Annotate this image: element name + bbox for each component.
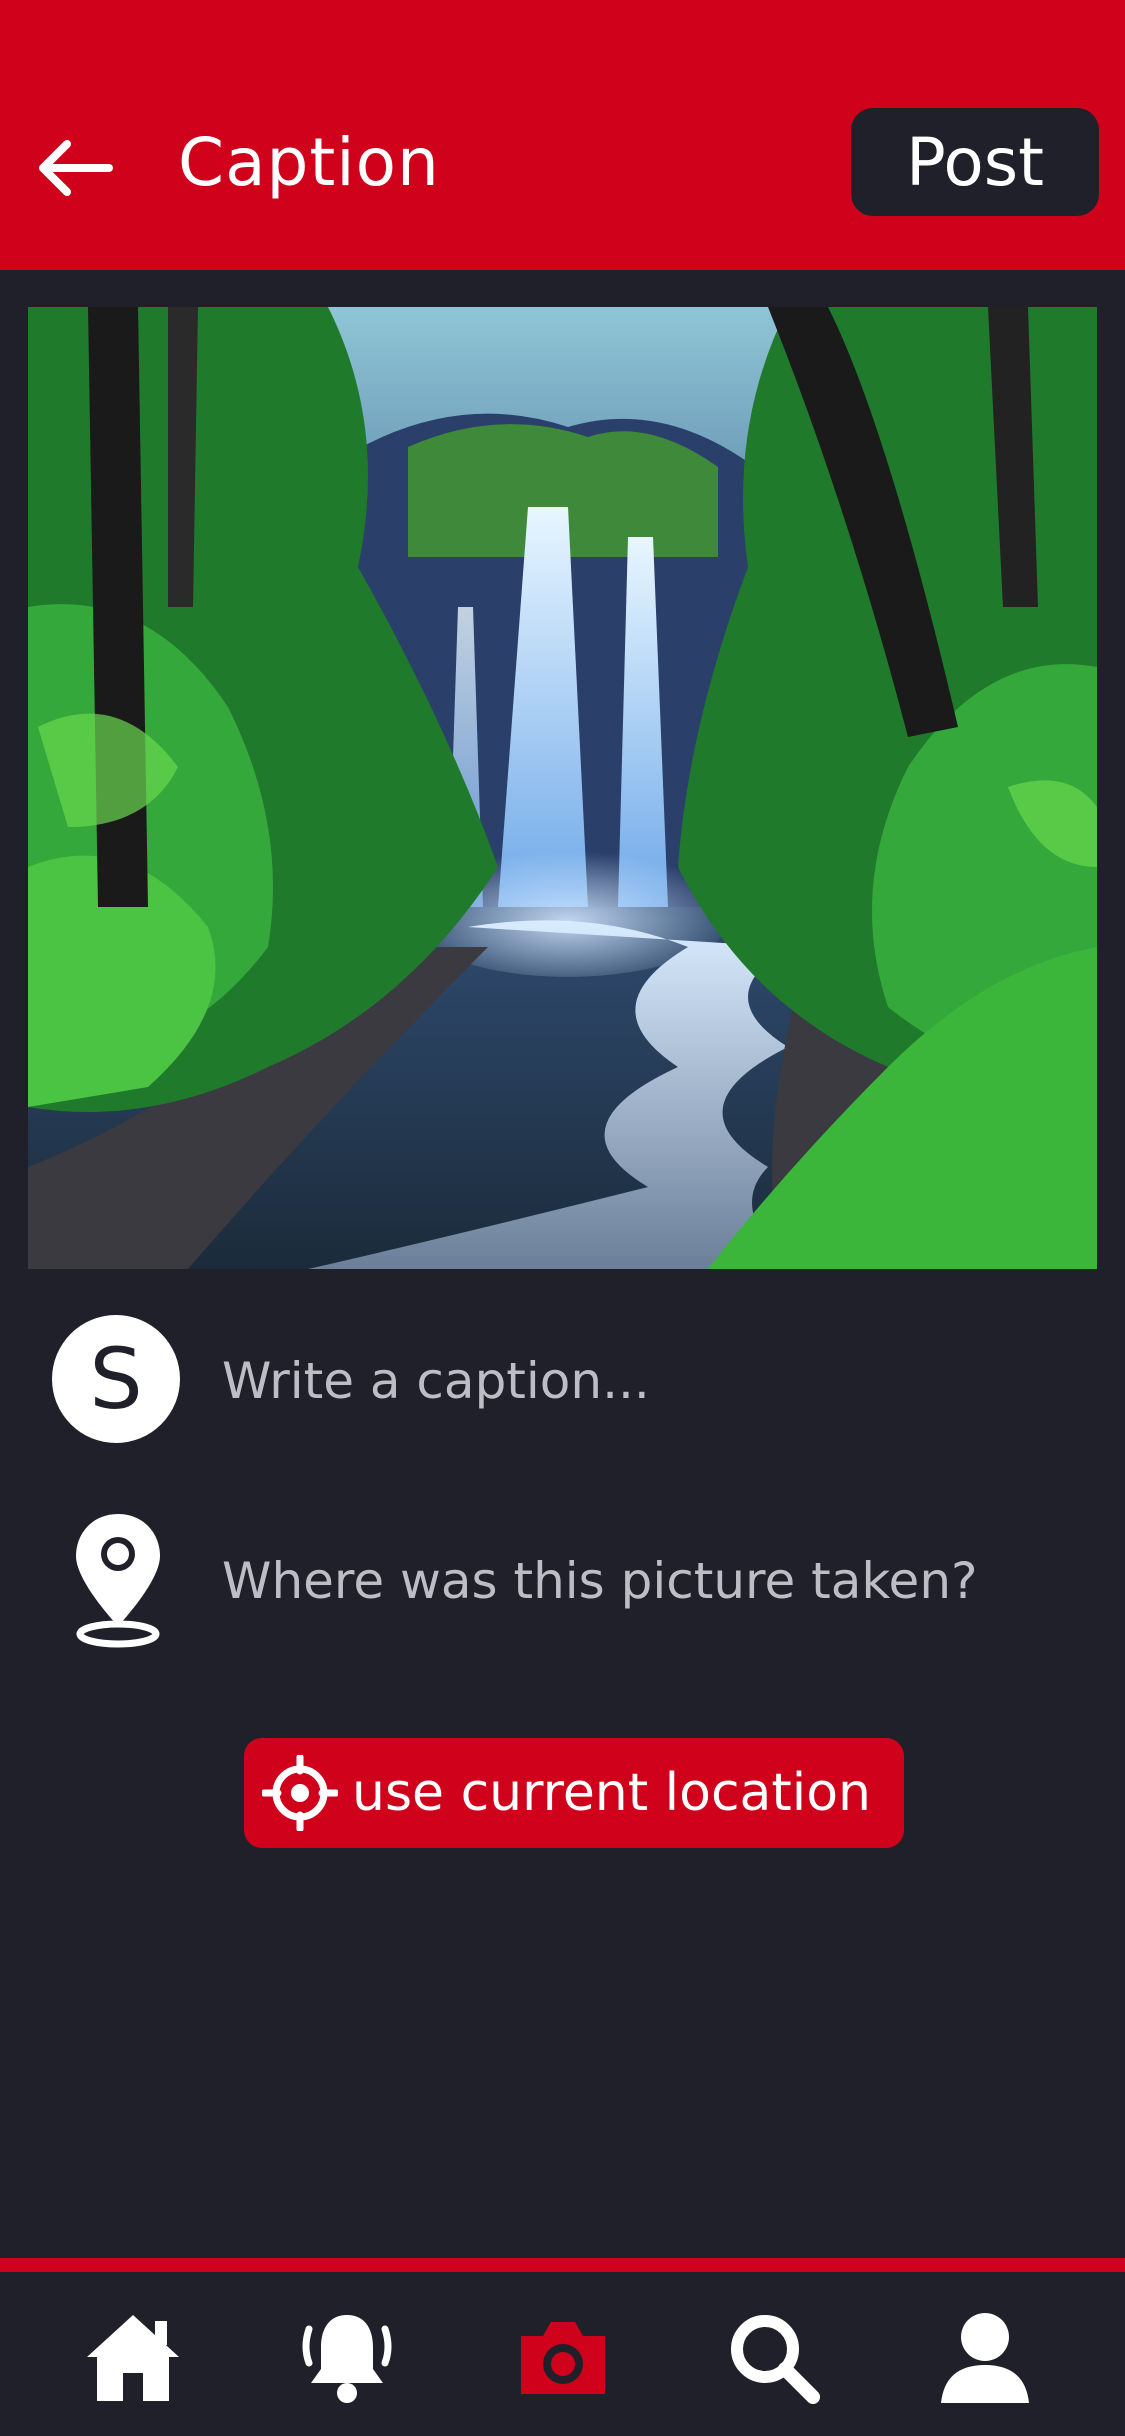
caption-input[interactable] (220, 1330, 1084, 1432)
location-input[interactable] (220, 1530, 1104, 1632)
search-icon (731, 2315, 820, 2404)
post-button[interactable]: Post (851, 108, 1099, 216)
post-photo (28, 307, 1097, 1269)
bell-icon (302, 2315, 392, 2403)
crosshair-icon (262, 1755, 338, 1831)
nav-item-home[interactable] (78, 2302, 188, 2412)
nav-item-notifications[interactable] (292, 2302, 402, 2412)
user-icon (941, 2313, 1029, 2403)
avatar: S (52, 1315, 180, 1443)
arrow-left-icon (39, 140, 113, 196)
nav-divider (0, 2258, 1125, 2272)
use-current-location-button[interactable]: use current location (244, 1738, 904, 1848)
camera-icon (521, 2322, 605, 2394)
home-icon (87, 2315, 179, 2401)
use-current-location-label: use current location (352, 1763, 872, 1823)
nav-item-search[interactable] (718, 2302, 828, 2412)
back-button[interactable] (30, 128, 120, 208)
waterfall-image (28, 307, 1097, 1269)
location-pin-icon (76, 1514, 160, 1648)
nav-item-profile[interactable] (930, 2302, 1040, 2412)
nav-item-camera[interactable] (508, 2302, 618, 2412)
app-header: Caption Post (0, 0, 1125, 270)
bottom-nav (0, 2272, 1125, 2436)
page-title: Caption (178, 124, 440, 201)
